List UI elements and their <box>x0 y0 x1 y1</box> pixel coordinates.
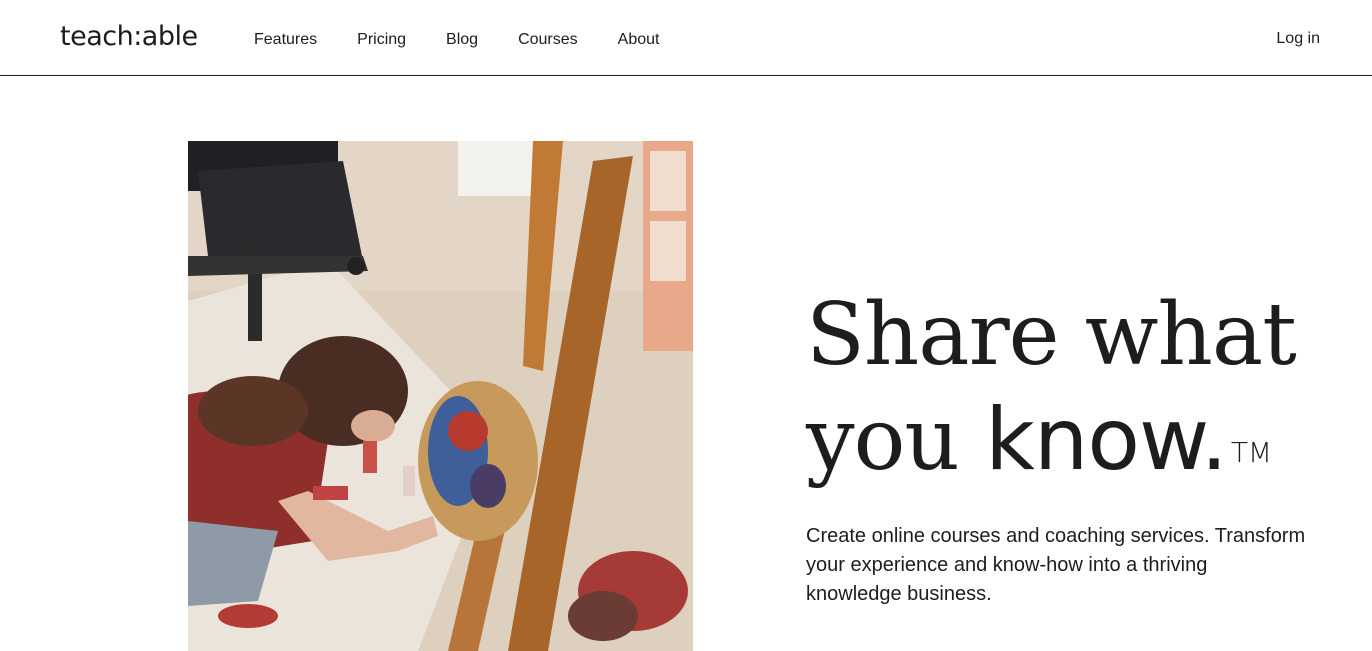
headline-bold-part: know. <box>985 390 1228 490</box>
nav-features-link[interactable]: Features <box>254 31 317 49</box>
artist-painting-photo <box>188 141 693 651</box>
trademark-symbol: TM <box>1230 436 1273 469</box>
nav-blog-link[interactable]: Blog <box>446 31 478 49</box>
nav-about-link[interactable]: About <box>618 31 660 49</box>
top-navbar: teach:able Features Pricing Blog Courses… <box>0 0 1372 76</box>
login-link[interactable]: Log in <box>1276 30 1320 48</box>
headline-line-1: Share what <box>806 285 1297 385</box>
main-nav: Features Pricing Blog Courses About <box>254 31 699 49</box>
headline-line-2: you know. TM <box>806 388 1346 493</box>
nav-pricing-link[interactable]: Pricing <box>357 31 406 49</box>
nav-courses-link[interactable]: Courses <box>518 31 578 49</box>
hero-headline: Share what you know. TM <box>806 283 1346 493</box>
hero-subtext: Create online courses and coaching servi… <box>806 525 1306 605</box>
teachable-logo[interactable]: teach:able <box>60 21 198 52</box>
headline-regular-part: you <box>806 390 986 490</box>
